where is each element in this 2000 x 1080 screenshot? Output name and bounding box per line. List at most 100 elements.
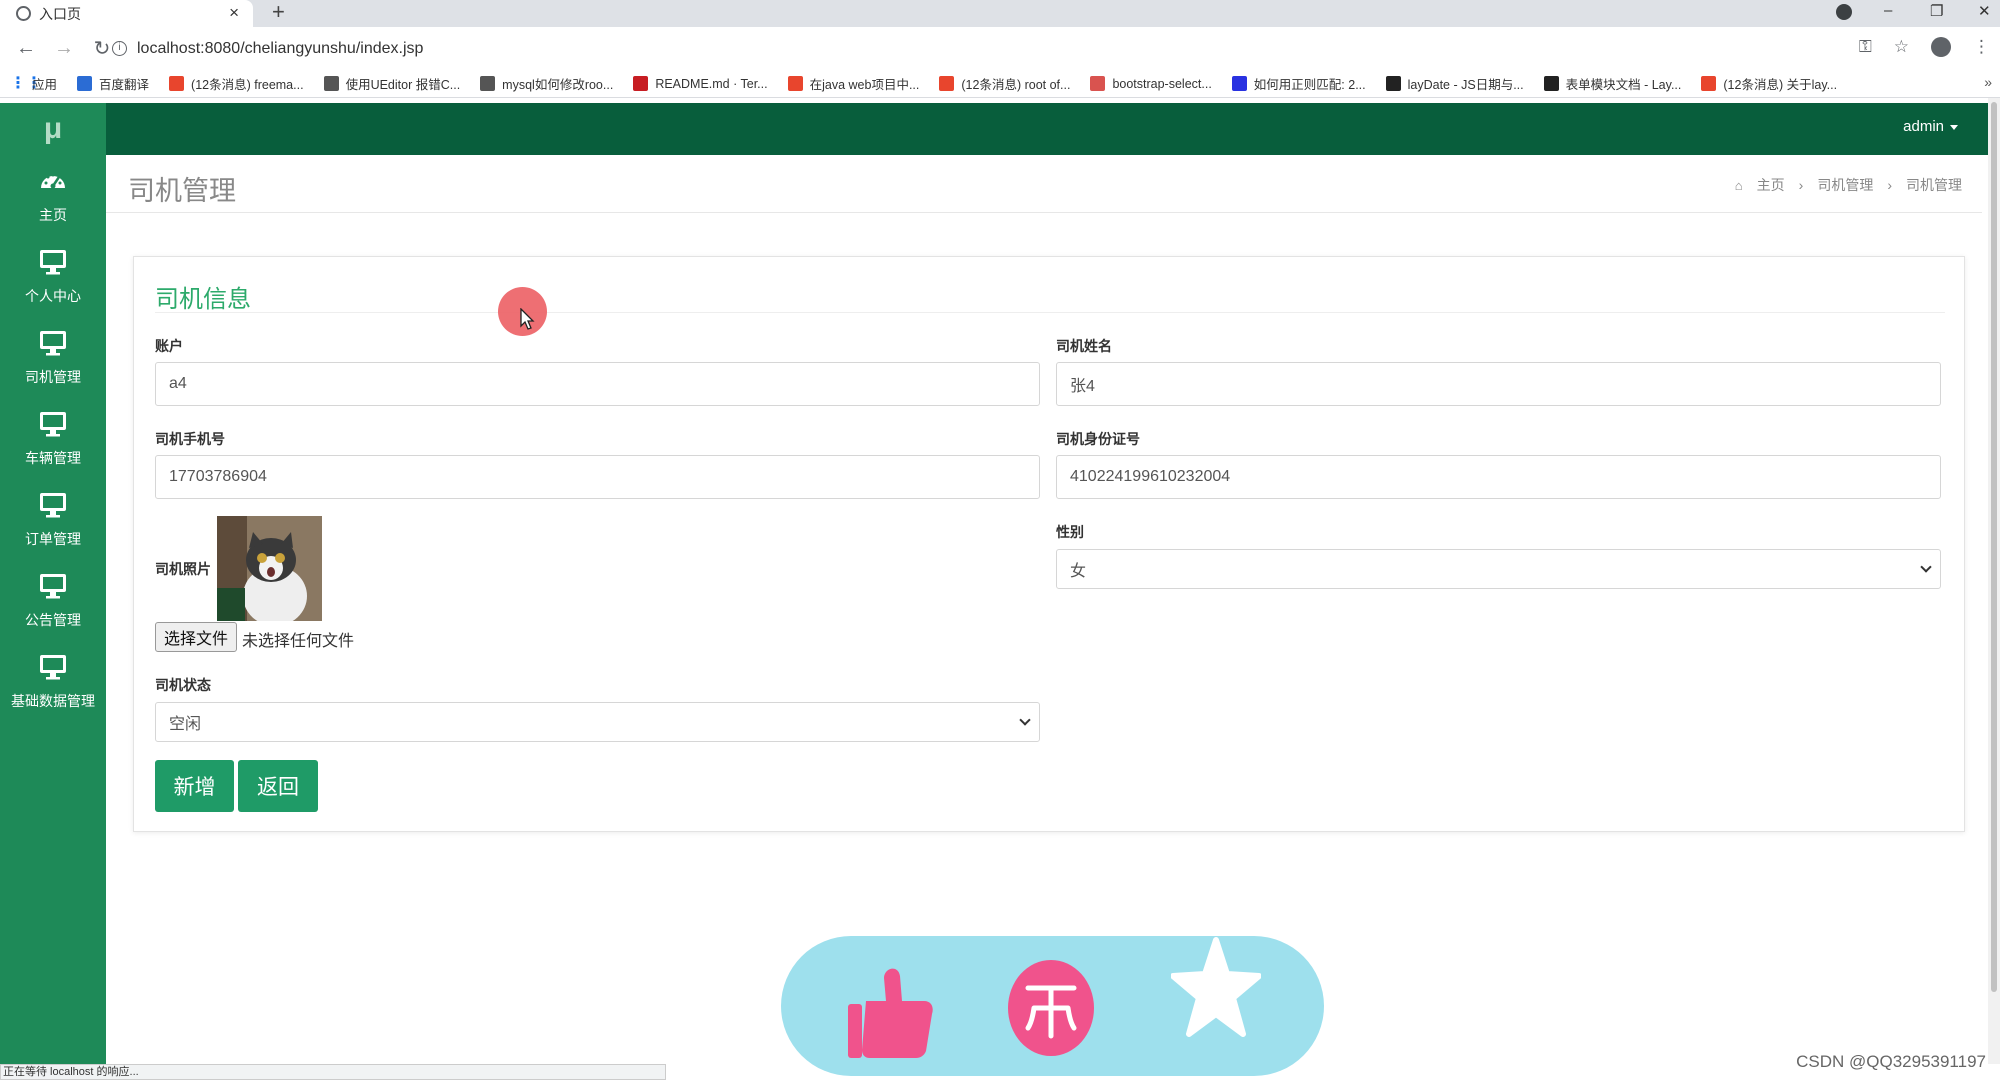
sidebar-item[interactable]: 订单管理 [0, 479, 106, 560]
bookmark-item[interactable]: mysql如何修改roo... [480, 74, 613, 93]
bookmark-label: 表单模块文档 - Lay... [1565, 78, 1682, 92]
bookmark-label: 使用UEditor 报错C... [345, 78, 461, 92]
bookmark-item[interactable]: bootstrap-select... [1090, 76, 1212, 91]
star-bookmark-icon[interactable]: ☆ [1894, 37, 1909, 57]
csdn-icon [939, 76, 955, 91]
account-input[interactable]: a4 [155, 362, 1040, 406]
breadcrumb-separator: › [1887, 177, 1892, 193]
monitor-icon [38, 247, 68, 286]
profile-indicator-icon[interactable] [1836, 4, 1852, 20]
bookmark-label: 在java web项目中... [809, 78, 920, 92]
driver-status-select[interactable]: 空闲 [155, 702, 1040, 742]
driver-status-value: 空闲 [169, 716, 202, 733]
restore-icon[interactable]: ❐ [1930, 2, 1943, 20]
bookmark-item[interactable]: 在java web项目中... [787, 74, 920, 93]
bookmark-item[interactable]: 如何用正则匹配: 2... [1231, 74, 1366, 93]
gender-select[interactable]: 女 [1056, 549, 1941, 589]
sidebar: μ 主页 个人中心 司机管理 车辆管理 订单管理 公告管理 基础数据管理 [0, 103, 106, 1080]
account-value: a4 [169, 375, 187, 392]
layui-icon [1385, 76, 1401, 91]
bookmarks-more-button[interactable]: » [1984, 74, 1992, 90]
address-toolbar: ← → ↻ i localhost:8080/cheliangyunshu/in… [0, 27, 2000, 70]
bookmark-item[interactable]: (12条消息) root of... [939, 74, 1070, 93]
bookmark-item[interactable]: 使用UEditor 报错C... [323, 74, 461, 93]
browser-status-bar: 正在等待 localhost 的响应... [0, 1064, 666, 1080]
idcard-input[interactable]: 410224199610232004 [1056, 455, 1941, 499]
url-bar[interactable]: i localhost:8080/cheliangyunshu/index.js… [112, 33, 1852, 64]
phone-value: 17703786904 [169, 468, 267, 485]
site-info-icon[interactable]: i [112, 41, 127, 56]
breadcrumb-module[interactable]: 司机管理 [1817, 175, 1873, 195]
url-text: localhost:8080/cheliangyunshu/index.jsp [137, 39, 424, 57]
bookmark-label: (12条消息) freema... [191, 78, 304, 92]
caret-down-icon [1950, 124, 1958, 130]
bookmark-item[interactable]: (12条消息) 关于lay... [1701, 74, 1837, 93]
bookmark-label: (12条消息) root of... [961, 78, 1071, 92]
title-divider [155, 312, 1945, 313]
bookmark-label: layDate - JS日期与... [1407, 78, 1524, 92]
admin-dropdown[interactable]: admin [1903, 118, 1958, 135]
breadcrumb: ⌂ 主页 › 司机管理 › 司机管理 [1735, 175, 1962, 195]
driver-photo [217, 516, 322, 621]
form-title: 司机信息 [155, 286, 251, 313]
sidebar-item-label: 车辆管理 [25, 450, 81, 466]
browser-tools: ⚿ ☆ ⋮ [1859, 37, 1990, 57]
translate-icon [77, 76, 93, 91]
photo-label: 司机照片 [155, 561, 211, 577]
bookmark-item[interactable]: (12条消息) freema... [169, 74, 304, 93]
apps-grid-icon: ⋮⋮ [10, 75, 42, 92]
favicon-icon [480, 76, 496, 91]
scrollbar-thumb[interactable] [1991, 102, 1997, 992]
page-header: 司机管理 ⌂ 主页 › 司机管理 › 司机管理 [106, 155, 1982, 213]
choose-file-button[interactable]: 选择文件 [155, 622, 238, 652]
csdn-icon [787, 76, 803, 91]
tab-close-button[interactable]: × [229, 3, 239, 23]
back-icon[interactable]: ← [14, 37, 38, 60]
driver-form-card: 司机信息 账户 a4 司机姓名 张4 司机手机号 17703786904 司机身… [133, 256, 1965, 832]
bookmark-label: mysql如何修改roo... [502, 78, 614, 92]
bookmark-item[interactable]: 表单模块文档 - Lay... [1543, 74, 1682, 93]
file-status-text: 未选择任何文件 [242, 633, 355, 650]
watermark: CSDN @QQ3295391197 [1796, 1052, 1986, 1071]
profile-avatar-icon[interactable] [1931, 37, 1951, 57]
thumbs-up-icon[interactable] [846, 956, 936, 1061]
add-button[interactable]: 新增 [155, 760, 234, 812]
monitor-icon [38, 328, 68, 367]
bookmark-label: bootstrap-select... [1112, 76, 1212, 91]
sidebar-item[interactable]: 公告管理 [0, 560, 106, 641]
sidebar-item[interactable]: 个人中心 [0, 236, 106, 317]
window-close-icon[interactable]: ✕ [1978, 2, 1991, 20]
bookmark-label: 百度翻译 [99, 78, 150, 92]
back-button[interactable]: 返回 [238, 760, 318, 812]
bookmark-item[interactable]: ⋮⋮ 应用 [10, 74, 57, 93]
browser-tab[interactable]: 入口页 × [0, 0, 253, 27]
sidebar-item-label: 公告管理 [25, 612, 81, 628]
page-scrollbar[interactable] [1988, 98, 2000, 1064]
key-icon[interactable]: ⚿ [1859, 37, 1872, 57]
star-icon[interactable] [1171, 936, 1261, 1041]
new-tab-button[interactable]: + [272, 0, 285, 24]
gitee-icon [633, 76, 649, 91]
breadcrumb-home[interactable]: 主页 [1757, 175, 1785, 195]
menu-dots-icon[interactable]: ⋮ [1973, 37, 1990, 57]
bookmark-item[interactable]: 百度翻译 [77, 74, 149, 93]
bookmark-item[interactable]: layDate - JS日期与... [1385, 74, 1524, 93]
bookmark-item[interactable]: README.md · Ter... [633, 76, 768, 91]
admin-label: admin [1903, 118, 1944, 135]
breadcrumb-separator: › [1798, 177, 1804, 193]
csdn-icon [1701, 76, 1717, 91]
coin-icon[interactable] [1006, 958, 1096, 1058]
driver-name-value: 张4 [1070, 378, 1095, 395]
idcard-label: 司机身份证号 [1056, 431, 1140, 447]
sidebar-item[interactable]: 基础数据管理 [0, 641, 106, 722]
page-title: 司机管理 [128, 176, 236, 206]
sidebar-item[interactable]: 司机管理 [0, 317, 106, 398]
sidebar-item[interactable]: 车辆管理 [0, 398, 106, 479]
reload-icon[interactable]: ↻ [90, 36, 114, 61]
minimize-icon[interactable]: – [1884, 2, 1892, 19]
sidebar-item[interactable]: 主页 [0, 155, 106, 236]
driver-name-input[interactable]: 张4 [1056, 362, 1941, 406]
phone-input[interactable]: 17703786904 [155, 455, 1040, 499]
globe-icon [16, 6, 31, 21]
forward-icon[interactable]: → [52, 37, 76, 60]
